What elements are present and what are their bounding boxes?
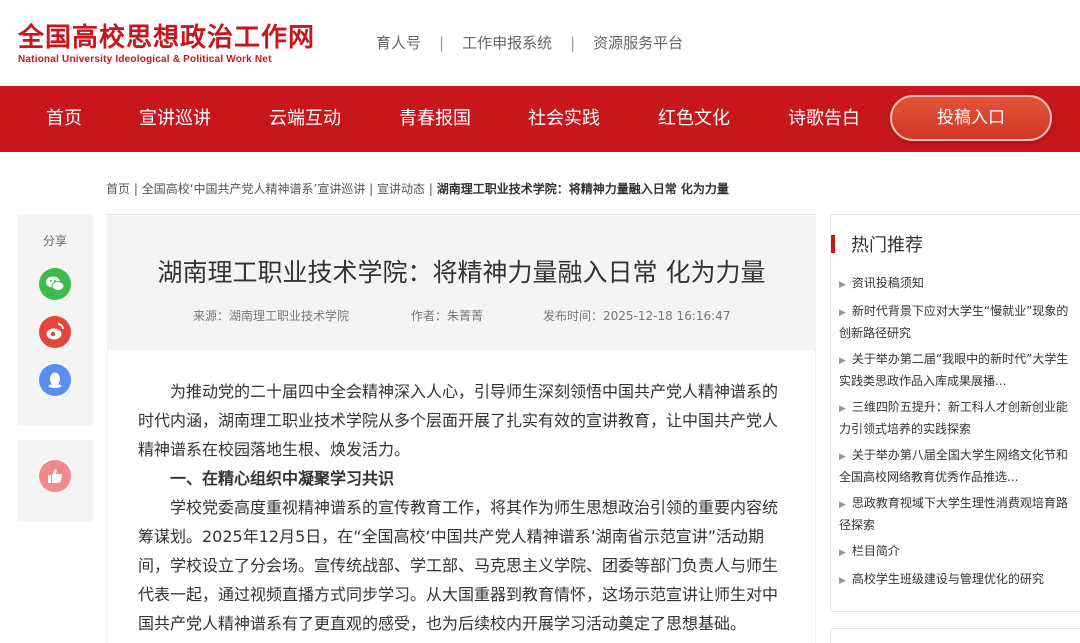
submit-article-button[interactable]: 投稿入口 [890, 95, 1052, 141]
article-header: 湖南理工职业技术学院：将精神力量融入日常 化为力量 来源：湖南理工职业技术学院 … [107, 214, 816, 350]
share-panel: 分享 [17, 214, 93, 426]
breadcrumb: 首页 | 全国高校‘中国共产党人精神谱系’宣讲巡讲 | 宣讲动态 | 湖南理工职… [106, 180, 729, 197]
triangle-right-icon: ▶ [839, 308, 846, 318]
article-paragraph: 为推动党的二十届四中全会精神深入人心，引导师生深刻领悟中国共产党人精神谱系的时代… [138, 382, 779, 459]
triangle-right-icon: ▶ [839, 280, 846, 290]
sidebar-item[interactable]: ▶ 三维四阶五提升：新工科人才创新创业能力引领式培养的实践探索 [839, 397, 1071, 439]
sidebar-item[interactable]: ▶ 思政教育视域下大学生理性消费观培育路径探索 [839, 493, 1071, 535]
nav-item-youth-patriotism[interactable]: 青春报国 [399, 86, 471, 152]
triangle-right-icon: ▶ [839, 356, 846, 366]
sidebar-item-label: 资讯投稿须知 [851, 276, 924, 290]
sidebar-item[interactable]: ▶ 关于举办第八届全国大学生网络文化节和全国高校网络教育优秀作品推选... [839, 445, 1071, 487]
sidebar-item-label: 关于举办第二届“我眼中的新时代”大学生实践类思政作品入库成果展播... [839, 352, 1069, 388]
nav-item-home[interactable]: 首页 [46, 86, 82, 152]
breadcrumb-home[interactable]: 首页 [106, 182, 130, 196]
article-body: 为推动党的二十届四中全会精神深入人心，引导师生深刻领悟中国共产党人精神谱系的时代… [107, 350, 816, 643]
top-link-separator: | [570, 33, 576, 52]
article-paragraph: 学校党委高度重视精神谱系的宣传教育工作，将其作为师生思想政治引领的重要内容统筹谋… [138, 498, 779, 633]
nav-item-cloud-interaction[interactable]: 云端互动 [269, 86, 341, 152]
weibo-icon[interactable] [39, 316, 71, 348]
sidebar-title: 热门推荐 [851, 235, 923, 256]
hot-recommendations: 热门推荐 ▶ 资讯投稿须知 ▶ 新时代背景下应对大学生“慢就业”现象的创新路径研究 … [830, 214, 1080, 612]
article-section-heading: 一、在精心组织中凝聚学习共识 [170, 469, 395, 488]
thumbs-up-icon[interactable] [39, 460, 71, 492]
site-header: 全国高校思想政治工作网 National University Ideologi… [0, 0, 1080, 86]
share-label: 分享 [42, 234, 67, 248]
top-link-yurenhao[interactable]: 育人号 [376, 32, 421, 53]
sidebar-item-label: 新时代背景下应对大学生“慢就业”现象的创新路径研究 [839, 304, 1069, 340]
breadcrumb-current: 湖南理工职业技术学院：将精神力量融入日常 化为力量 [436, 182, 729, 196]
wechat-icon[interactable] [39, 268, 71, 300]
triangle-right-icon: ▶ [839, 404, 846, 414]
triangle-right-icon: ▶ [839, 576, 846, 586]
sidebar-item-label: 关于举办第八届全国大学生网络文化节和全国高校网络教育优秀作品推选... [839, 448, 1068, 484]
nav-item-red-culture[interactable]: 红色文化 [658, 86, 730, 152]
article-content: 为推动党的二十届四中全会精神深入人心，引导师生深刻领悟中国共产党人精神谱系的时代… [138, 377, 788, 638]
top-link-resource-platform[interactable]: 资源服务平台 [593, 32, 683, 53]
sidebar-accent-bar [831, 235, 835, 253]
breadcrumb-separator: | [365, 182, 377, 196]
breadcrumb-separator: | [130, 182, 142, 196]
sidebar-item-label: 高校学生班级建设与管理优化的研究 [851, 572, 1044, 586]
logo-english-text: National University Ideological & Politi… [18, 54, 272, 65]
breadcrumb-lecture-tour[interactable]: 全国高校‘中国共产党人精神谱系’宣讲巡讲 [142, 182, 366, 196]
sidebar-item[interactable]: ▶ 新时代背景下应对大学生“慢就业”现象的创新路径研究 [839, 301, 1071, 343]
triangle-right-icon: ▶ [839, 548, 846, 558]
top-links: 育人号 | 工作申报系统 | 资源服务平台 [376, 32, 683, 53]
nav-item-social-practice[interactable]: 社会实践 [528, 86, 600, 152]
logo-chinese-text: 全国高校思想政治工作网 [18, 23, 316, 53]
sidebar-item[interactable]: ▶ 资讯投稿须知 [839, 273, 1071, 295]
site-logo[interactable]: 全国高校思想政治工作网 National University Ideologi… [18, 24, 315, 65]
article-title: 湖南理工职业技术学院：将精神力量融入日常 化为力量 [157, 258, 766, 287]
sidebar-item[interactable]: ▶ 关于举办第二届“我眼中的新时代”大学生实践类思政作品入库成果展播... [839, 349, 1071, 391]
sidebar-item-label: 栏目简介 [851, 544, 900, 558]
sidebar-item-label: 三维四阶五提升：新工科人才创新创业能力引领式培养的实践探索 [839, 400, 1068, 436]
triangle-right-icon: ▶ [839, 452, 846, 462]
sidebar-item-label: 思政教育视域下大学生理性消费观培育路径探索 [839, 496, 1068, 532]
nav-item-poetry[interactable]: 诗歌告白 [788, 86, 860, 152]
breadcrumb-news[interactable]: 宣讲动态 [377, 182, 425, 196]
nav-item-lecture-tour[interactable]: 宣讲巡讲 [139, 86, 211, 152]
sidebar-item[interactable]: ▶ 高校学生班级建设与管理优化的研究 [839, 569, 1071, 591]
article-source: 来源：湖南理工职业技术学院 [193, 309, 350, 323]
triangle-right-icon: ▶ [839, 500, 846, 510]
top-link-declaration-system[interactable]: 工作申报系统 [462, 32, 552, 53]
breadcrumb-separator: | [425, 182, 437, 196]
sidebar-item[interactable]: ▶ 栏目简介 [839, 541, 1071, 563]
like-panel [17, 440, 93, 522]
article-publish-time: 发布时间：2025-12-18 16:16:47 [543, 309, 731, 323]
article-author: 作者：朱菁菁 [411, 309, 484, 323]
qq-icon[interactable] [39, 364, 71, 396]
sidebar-second-panel [830, 628, 1080, 643]
top-link-separator: | [439, 33, 445, 52]
